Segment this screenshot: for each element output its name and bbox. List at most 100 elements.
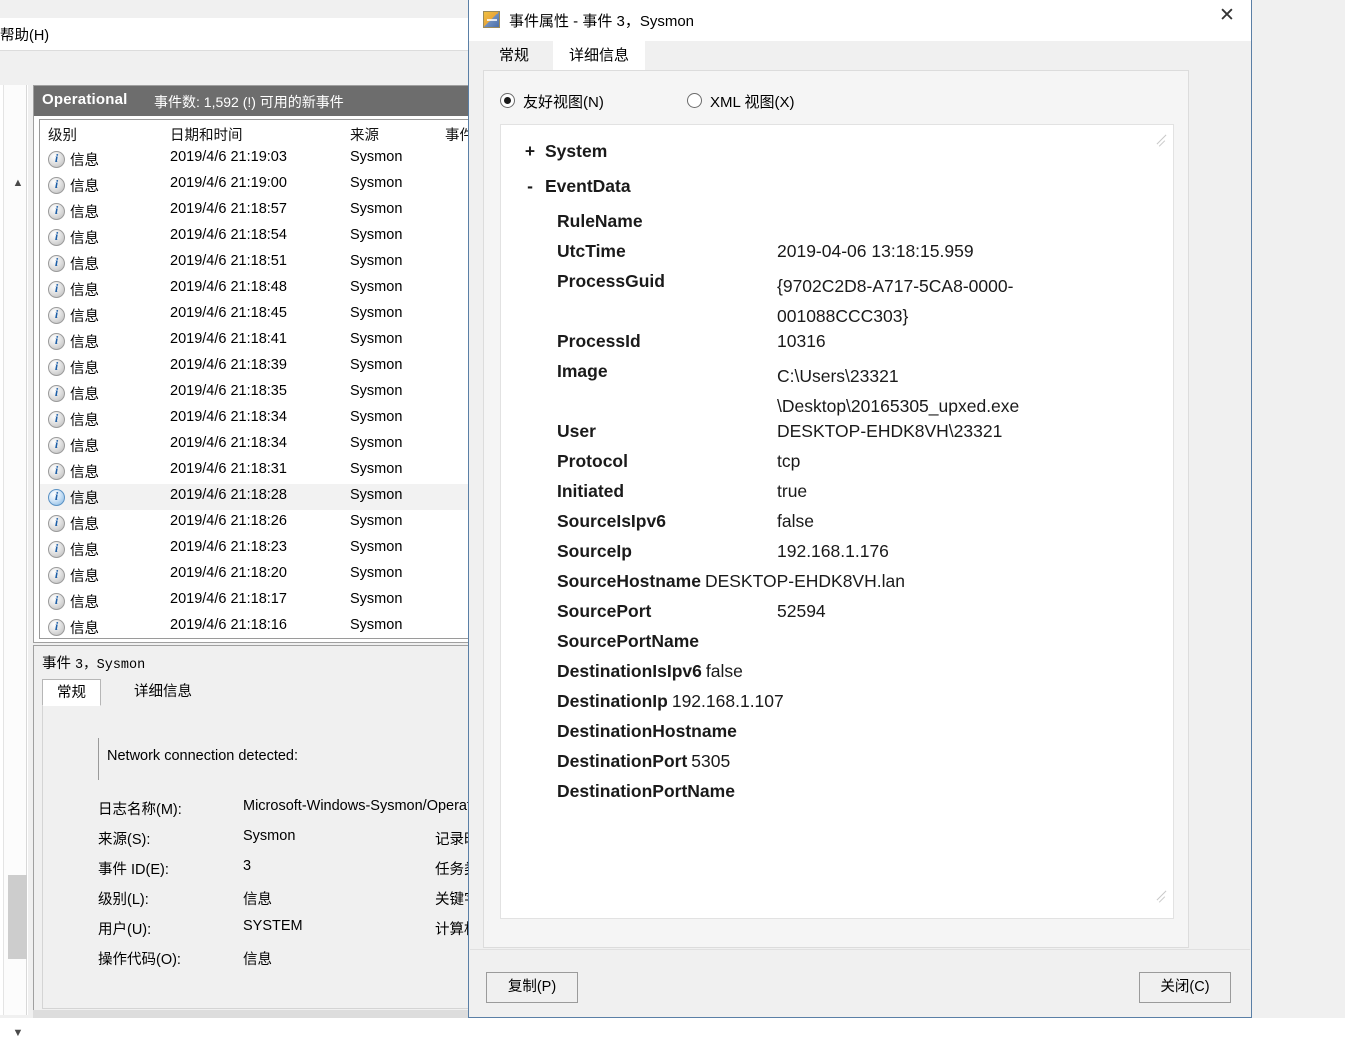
cell-level: 信息 (70, 283, 99, 299)
cell-source: Sysmon (350, 279, 403, 295)
cell-datetime: 2019/4/6 21:18:48 (170, 279, 287, 295)
scroll-down-icon[interactable]: ▼ (7, 1023, 29, 1043)
event-data-value: 192.168.1.107 (671, 691, 784, 711)
event-data-view[interactable]: + System - EventData RuleName UtcTime 2019-04… (500, 124, 1174, 919)
cell-source: Sysmon (350, 435, 403, 451)
cell-source: Sysmon (350, 201, 403, 217)
table-row[interactable]: 信息 2019/4/6 21:18:45 Sysmon (40, 302, 485, 328)
cell-source: Sysmon (350, 383, 403, 399)
cell-datetime: 2019/4/6 21:18:31 (170, 461, 287, 477)
column-header-datetime[interactable]: 日期和时间 (170, 124, 243, 145)
cell-level: 信息 (70, 179, 99, 195)
cell-datetime: 2019/4/6 21:18:51 (170, 253, 287, 269)
dialog-close-button[interactable]: ✕ (1205, 0, 1251, 32)
table-row[interactable]: 信息 2019/4/6 21:19:03 Sysmon (40, 146, 485, 172)
cell-datetime: 2019/4/6 21:18:57 (170, 201, 287, 217)
dialog-title-bar: 事件属性 - 事件 3，Sysmon (469, 0, 1251, 41)
detail-field-value: SYSTEM (243, 918, 303, 934)
cell-level: 信息 (70, 335, 99, 351)
cell-level: 信息 (70, 257, 99, 273)
detail-pane-tabs: 常规 详细信息 (42, 679, 489, 708)
event-data-key: Image (557, 361, 608, 381)
cell-level: 信息 (70, 387, 99, 403)
event-message-text: Network connection detected: (107, 748, 299, 764)
tree-node-label: EventData (545, 176, 631, 196)
table-row[interactable]: 信息 2019/4/6 21:18:20 Sysmon (40, 562, 485, 588)
radio-xml-label: XML 视图(X) (710, 94, 795, 111)
event-data-key: DestinationPortName (557, 781, 735, 801)
event-data-value: false (777, 511, 814, 531)
event-data-key: SourcePort (557, 601, 652, 621)
table-row[interactable]: 信息 2019/4/6 21:18:54 Sysmon (40, 224, 485, 250)
table-row[interactable]: 信息 2019/4/6 21:18:26 Sysmon (40, 510, 485, 536)
table-row[interactable]: 信息 2019/4/6 21:19:00 Sysmon (40, 172, 485, 198)
event-data-value: tcp (777, 451, 801, 471)
console-tree-scrollbar[interactable]: ▲ ▼ (3, 85, 29, 1039)
close-icon: ✕ (1219, 4, 1235, 26)
event-data-value: {9702C2D8-A717-5CA8-0000- 001088CCC303} (777, 276, 1014, 326)
table-row[interactable]: 信息 2019/4/6 21:18:57 Sysmon (40, 198, 485, 224)
resize-grip-top-icon (1155, 134, 1167, 147)
event-data-value: 10316 (777, 331, 826, 351)
table-row[interactable]: 信息 2019/4/6 21:18:48 Sysmon (40, 276, 485, 302)
event-data-key: RuleName (557, 211, 643, 231)
cell-source: Sysmon (350, 149, 403, 165)
event-data-key: DestinationIsIpv6 (557, 661, 702, 681)
detail-tab-details[interactable]: 详细信息 (120, 679, 206, 706)
table-row[interactable]: 信息 2019/4/6 21:18:28 Sysmon (40, 484, 485, 510)
cell-level: 信息 (70, 413, 99, 429)
cell-level: 信息 (70, 491, 99, 507)
information-icon (48, 333, 65, 350)
table-row[interactable]: 信息 2019/4/6 21:18:34 Sysmon (40, 432, 485, 458)
dialog-tabs: 常规 详细信息 (483, 41, 1238, 71)
log-event-count: 事件数: 1,592 (!) 可用的新事件 (154, 94, 344, 110)
cell-source: Sysmon (350, 331, 403, 347)
cell-source: Sysmon (350, 305, 403, 321)
dialog-tab-details[interactable]: 详细信息 (553, 41, 646, 70)
event-data-value: false (705, 661, 743, 681)
menu-item-help[interactable]: 帮助(H) (0, 24, 49, 45)
event-data-value: true (777, 481, 808, 501)
cell-datetime: 2019/4/6 21:18:26 (170, 513, 287, 529)
information-icon (48, 593, 65, 610)
copy-button[interactable]: 复制(P) (486, 972, 578, 1003)
expander-icon[interactable]: + (523, 141, 537, 162)
information-icon (48, 463, 65, 480)
event-data-key: ProcessGuid (557, 271, 665, 291)
information-icon (48, 203, 65, 220)
table-row[interactable]: 信息 2019/4/6 21:18:35 Sysmon (40, 380, 485, 406)
table-row[interactable]: 信息 2019/4/6 21:18:51 Sysmon (40, 250, 485, 276)
event-data-key: DestinationIp (557, 691, 668, 711)
detail-field-value: Microsoft-Windows-Sysmon/Operation (243, 798, 491, 814)
event-data-key: Initiated (557, 481, 625, 501)
table-row[interactable]: 信息 2019/4/6 21:18:31 Sysmon (40, 458, 485, 484)
cell-datetime: 2019/4/6 21:18:17 (170, 591, 287, 607)
event-data-key: DestinationPort (557, 751, 688, 771)
column-header-source[interactable]: 来源 (350, 124, 379, 145)
table-row[interactable]: 信息 2019/4/6 21:18:17 Sysmon (40, 588, 485, 614)
cell-datetime: 2019/4/6 21:18:16 (170, 617, 287, 633)
detail-field-value: 信息 (243, 952, 272, 968)
detail-tab-general[interactable]: 常规 (42, 679, 101, 706)
detail-field-value: Sysmon (243, 828, 296, 844)
events-grid[interactable]: 级别 日期和时间 来源 事件 信息 2019/4/6 21:19:03 Sysmon… (39, 119, 485, 639)
information-icon (48, 151, 65, 168)
table-row[interactable]: 信息 2019/4/6 21:18:34 Sysmon (40, 406, 485, 432)
event-data-key: DestinationHostname (557, 721, 737, 741)
close-dialog-button[interactable]: 关闭(C) (1139, 972, 1231, 1003)
cell-level: 信息 (70, 153, 99, 169)
information-icon (48, 567, 65, 584)
table-row[interactable]: 信息 2019/4/6 21:18:23 Sysmon (40, 536, 485, 562)
expander-icon[interactable]: - (523, 176, 537, 197)
event-data-key: SourceIsIpv6 (557, 511, 666, 531)
scrollbar-thumb[interactable] (8, 875, 27, 959)
table-row[interactable]: 信息 2019/4/6 21:18:39 Sysmon (40, 354, 485, 380)
detail-pane-title: 事件 3，Sysmon (42, 652, 145, 673)
dialog-title-text: 事件属性 - 事件 3，Sysmon (509, 13, 695, 30)
dialog-tab-general[interactable]: 常规 (483, 41, 545, 70)
cell-source: Sysmon (350, 617, 403, 633)
table-row[interactable]: 信息 2019/4/6 21:18:41 Sysmon (40, 328, 485, 354)
scroll-up-icon[interactable]: ▲ (7, 173, 29, 193)
column-header-level[interactable]: 级别 (48, 124, 77, 145)
table-row[interactable]: 信息 2019/4/6 21:18:16 Sysmon (40, 614, 485, 638)
